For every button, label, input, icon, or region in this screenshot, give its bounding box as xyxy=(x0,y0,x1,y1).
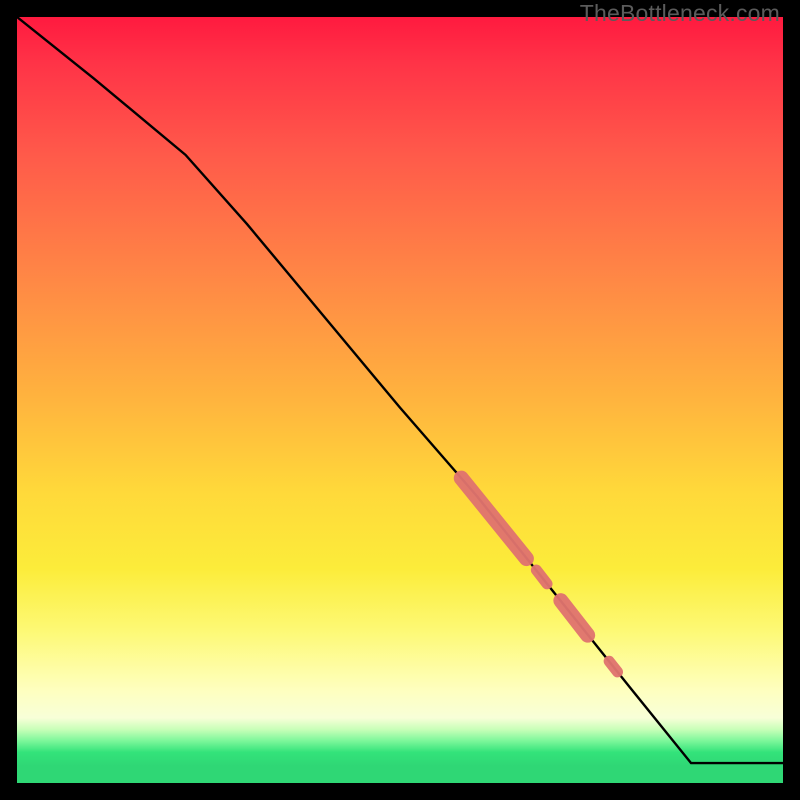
chart-stage: TheBottleneck.com xyxy=(0,0,800,800)
watermark-text: TheBottleneck.com xyxy=(580,0,780,27)
highlight-segment xyxy=(561,601,588,635)
highlight-segment xyxy=(536,570,547,584)
curve-path xyxy=(17,17,783,763)
chart-curve xyxy=(17,17,783,763)
chart-overlay-svg xyxy=(17,17,783,783)
highlight-segment xyxy=(461,478,526,558)
highlight-segment xyxy=(609,661,617,672)
chart-plot-area xyxy=(17,17,783,783)
